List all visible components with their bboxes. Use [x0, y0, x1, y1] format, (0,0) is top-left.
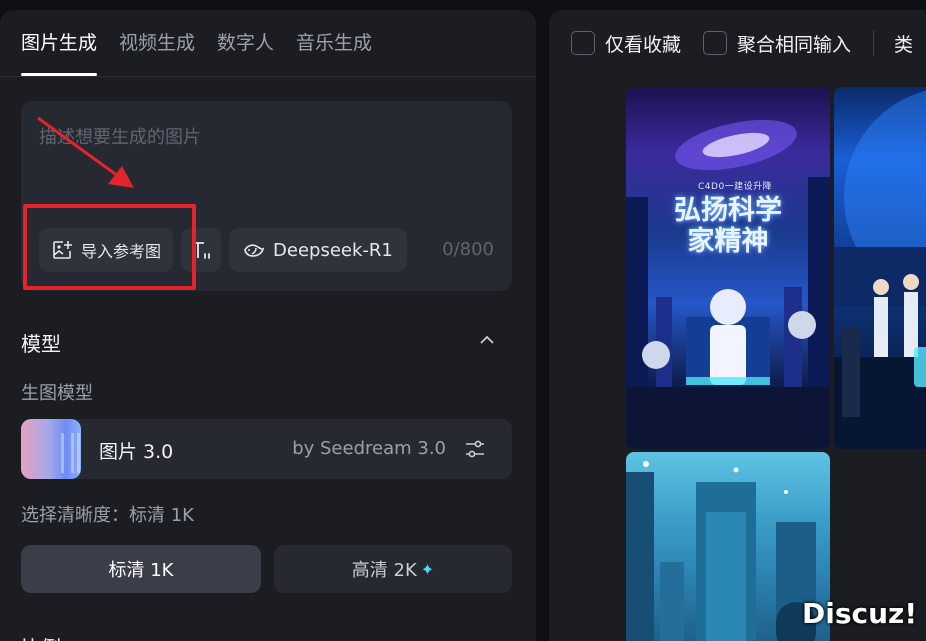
prompt-input[interactable]: 描述想要生成的图片 导入参考图 Deepseek-R1 0/800	[21, 101, 512, 291]
city-illustration	[626, 461, 816, 641]
generated-image-lab[interactable]	[834, 87, 926, 449]
image-add-icon	[53, 241, 72, 259]
poster-title: 弘扬科学 家精神	[626, 195, 830, 257]
resolution-label: 选择清晰度：标清 1K	[21, 505, 194, 526]
tab-digital-human[interactable]: 数字人	[217, 10, 274, 76]
character-counter: 0/800	[442, 239, 494, 260]
group-input-checkbox[interactable]	[703, 31, 728, 55]
tab-music-generation[interactable]: 音乐生成	[296, 10, 372, 76]
tab-image-generation[interactable]: 图片生成	[21, 10, 98, 76]
filter-group-label: 聚合相同输入	[737, 33, 852, 56]
resolution-option-sd[interactable]: 标清 1K	[21, 545, 261, 593]
filter-favorites-only[interactable]: 仅看收藏	[571, 30, 681, 57]
ratio-section-title: 比例	[21, 632, 61, 641]
model-name: 图片 3.0	[99, 441, 174, 463]
text-format-button[interactable]	[181, 228, 222, 272]
tab-divider	[0, 76, 536, 77]
image-model-label: 生图模型	[21, 383, 93, 404]
generated-image-city[interactable]	[626, 452, 830, 641]
import-reference-button[interactable]: 导入参考图	[39, 228, 174, 272]
text-style-icon	[192, 242, 210, 259]
model-section-title: 模型	[21, 332, 61, 356]
results-panel: 仅看收藏 聚合相同输入 类 C4D0一建设升降 弘扬科学 家精神	[549, 10, 926, 641]
favorites-checkbox[interactable]	[571, 31, 595, 55]
filter-favorites-label: 仅看收藏	[605, 33, 682, 56]
resolution-option-sd-label: 标清 1K	[108, 560, 174, 581]
lab-illustration	[834, 90, 926, 449]
generated-image-poster[interactable]: C4D0一建设升降 弘扬科学 家精神	[626, 87, 830, 449]
filter-type-dropdown[interactable]: 类	[894, 30, 913, 57]
resolution-option-hd-label: 高清 2K	[351, 560, 417, 581]
filter-divider	[873, 30, 875, 56]
poster-title-line1: 弘扬科学	[674, 195, 782, 226]
filter-group-same-input[interactable]: 聚合相同输入	[703, 30, 851, 57]
poster-title-line2: 家精神	[687, 226, 769, 257]
tab-video-generation[interactable]: 视频生成	[119, 10, 195, 76]
chevron-up-icon[interactable]	[476, 329, 498, 351]
model-selector[interactable]: 图片 3.0 by Seedream 3.0	[21, 419, 512, 479]
galaxy-illustration	[626, 119, 830, 449]
resolution-option-hd[interactable]: 高清 2K ✦	[274, 545, 512, 593]
sparkle-icon: ✦	[420, 559, 435, 579]
sliders-icon[interactable]	[464, 438, 486, 460]
prompt-toolbar: 导入参考图 Deepseek-R1	[39, 227, 407, 273]
mode-tabs: 图片生成 视频生成 数字人 音乐生成	[21, 10, 372, 76]
deepseek-model-button[interactable]: Deepseek-R1	[229, 228, 407, 272]
whale-icon	[244, 244, 265, 257]
import-reference-label: 导入参考图	[81, 242, 162, 261]
discuz-watermark: Discuz!	[802, 597, 918, 630]
model-provider: by Seedream 3.0	[292, 438, 446, 459]
generation-panel: 图片生成 视频生成 数字人 音乐生成 描述想要生成的图片 导入参考图 Deeps…	[0, 10, 536, 641]
filter-bar: 仅看收藏 聚合相同输入 类	[571, 30, 913, 56]
prompt-placeholder: 描述想要生成的图片	[39, 127, 201, 148]
poster-tagline: C4D0一建设升降	[698, 182, 773, 192]
deepseek-model-label: Deepseek-R1	[273, 239, 393, 261]
model-thumbnail	[21, 419, 81, 479]
